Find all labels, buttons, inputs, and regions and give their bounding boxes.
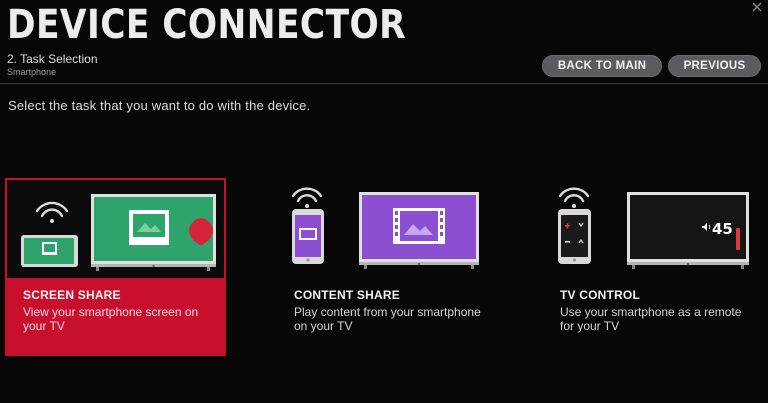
option-screen-share[interactable]: SCREEN SHARE View your smartphone screen…: [5, 178, 226, 356]
option-label: TV CONTROL: [560, 288, 640, 302]
option-label: CONTENT SHARE: [294, 288, 400, 302]
volume-bar: [736, 228, 740, 250]
screen-share-illustration: [21, 194, 216, 271]
screen-share-picture: [7, 180, 224, 278]
option-content-share[interactable]: CONTENT SHARE Play content from your sma…: [282, 178, 492, 356]
wifi-icon: [558, 187, 590, 208]
back-to-main-button[interactable]: BACK TO MAIN: [542, 55, 662, 77]
remote-phone-icon: [558, 209, 591, 264]
header-divider: [0, 83, 768, 84]
option-label: SCREEN SHARE: [23, 288, 121, 302]
close-icon[interactable]: [750, 0, 764, 14]
tv-icon: 45: [627, 192, 749, 269]
option-description: Use your smartphone as a remote for your…: [560, 305, 742, 333]
tv-control-illustration: 45: [558, 187, 749, 269]
option-tv-control[interactable]: 45 TV CONTROL Use your smartphone as a r…: [548, 178, 763, 356]
wifi-icon: [291, 187, 323, 208]
instruction-text: Select the task that you want to do with…: [8, 98, 311, 113]
volume-level: 45: [712, 220, 733, 238]
tv-icon: [359, 192, 479, 269]
wifi-icon: [35, 201, 69, 223]
step-title: 2. Task Selection: [7, 52, 98, 66]
option-description: Play content from your smartphone on you…: [294, 305, 481, 333]
smartphone-icon: [21, 235, 78, 267]
page-title: DEVICE CONNECTOR: [7, 2, 407, 48]
option-description: View your smartphone screen on your TV: [23, 305, 199, 333]
smartphone-icon: [292, 209, 324, 264]
device-type-label: Smartphone: [7, 67, 57, 77]
content-share-illustration: [291, 187, 479, 269]
previous-button[interactable]: PREVIOUS: [668, 55, 761, 77]
